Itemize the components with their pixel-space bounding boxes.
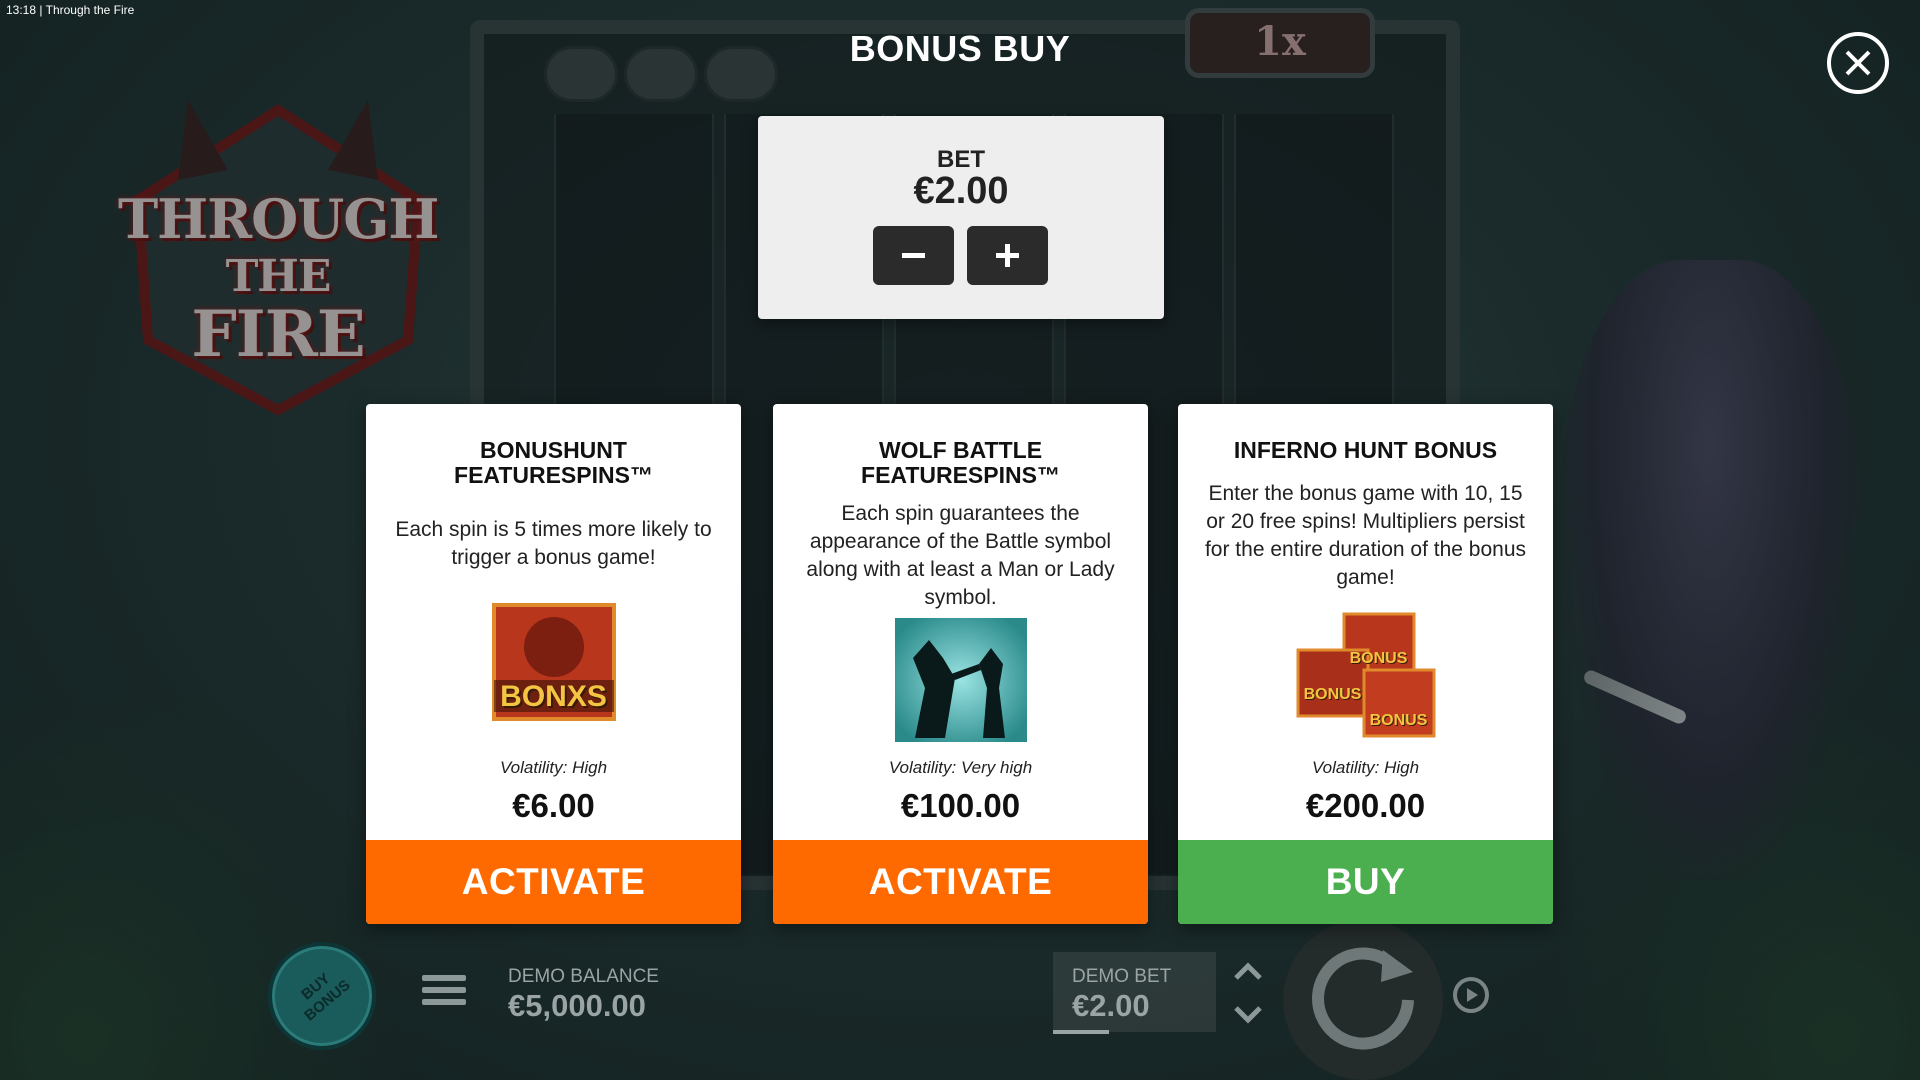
card-title: BONUSHUNT FEATURESPINS™: [386, 438, 721, 488]
card-price: €200.00: [1305, 787, 1426, 824]
close-button[interactable]: [1827, 32, 1889, 94]
wolf-battle-symbol-icon: [894, 618, 1027, 742]
bet-increase-button[interactable]: [967, 226, 1048, 285]
card-volatility: Volatility: High: [499, 758, 608, 777]
card-title-line: FEATURESPINS™: [454, 462, 653, 488]
clock-time: 13:18: [6, 3, 37, 17]
menu-icon[interactable]: [422, 975, 466, 1011]
bonus-card-inferno-hunt: INFERNO HUNT BONUS Enter the bonus game …: [1178, 404, 1553, 924]
bonus-symbol-text: BONUS: [1369, 712, 1428, 729]
activate-button[interactable]: ACTIVATE: [773, 840, 1148, 924]
card-price: €6.00: [512, 787, 595, 824]
bet-decrease-button[interactable]: [873, 226, 954, 285]
balance-label: DEMO BALANCE: [508, 966, 659, 987]
bet-underline: [1053, 1030, 1109, 1034]
close-icon: [1845, 50, 1871, 76]
minus-icon: [902, 253, 925, 258]
card-title-line: BONUSHUNT: [480, 437, 627, 463]
card-title-line: INFERNO HUNT BONUS: [1233, 437, 1498, 463]
card-price: €100.00: [900, 787, 1021, 824]
bonus-xs-symbol-text: BONXS: [500, 680, 607, 713]
bonus-symbol-text: BONUS: [1303, 686, 1362, 703]
autoplay-icon[interactable]: [1443, 967, 1499, 1023]
bonushunt-symbol-image: BONXS: [489, 602, 619, 722]
spin-button[interactable]: [1283, 920, 1443, 1080]
bonus-card-wolf-battle: WOLF BATTLE FEATURESPINS™ Each spin guar…: [773, 404, 1148, 924]
balance-value: €5,000.00: [508, 988, 646, 1023]
card-title-line: FEATURESPINS™: [861, 462, 1060, 488]
bonus-symbol-text: BONUS: [1349, 650, 1408, 667]
card-description: Each spin is 5 times more likely to trig…: [395, 518, 712, 569]
status-separator: |: [39, 3, 43, 17]
card-title: INFERNO HUNT BONUS: [1198, 438, 1533, 463]
bet-label: DEMO BET: [1072, 966, 1172, 987]
bet-adjust-arrows-icon[interactable]: [1228, 958, 1268, 1028]
wolf-battle-symbol-image: [894, 618, 1027, 742]
card-volatility: Volatility: High: [1311, 758, 1420, 777]
game-title: Through the Fire: [45, 3, 135, 17]
card-description: Each spin guarantees the appearance of t…: [806, 502, 1115, 609]
bet-panel: BET €2.00: [758, 116, 1164, 319]
status-line: 13:18 | Through the Fire: [6, 3, 134, 17]
card-description: Enter the bonus game with 10, 15 or 20 f…: [1204, 482, 1527, 589]
bonus-card-bonushunt: BONUSHUNT FEATURESPINS™ Each spin is 5 t…: [366, 404, 741, 924]
bet-panel-value: €2.00: [913, 170, 1009, 212]
card-title: WOLF BATTLE FEATURESPINS™: [793, 438, 1128, 488]
card-title-line: WOLF BATTLE: [878, 437, 1043, 463]
modal-title: BONUS BUY: [849, 28, 1071, 69]
activate-button[interactable]: ACTIVATE: [366, 840, 741, 924]
card-volatility: Volatility: Very high: [888, 758, 1033, 777]
buy-button[interactable]: BUY: [1178, 840, 1553, 924]
spin-icon: [1312, 947, 1414, 1050]
bet-value: €2.00: [1072, 988, 1150, 1023]
inferno-bonus-symbols-image: BONUS BONUS BONUS: [1296, 612, 1436, 738]
plus-icon: [996, 244, 1019, 267]
buy-bonus-button[interactable]: BUY BONUS: [268, 942, 376, 1050]
